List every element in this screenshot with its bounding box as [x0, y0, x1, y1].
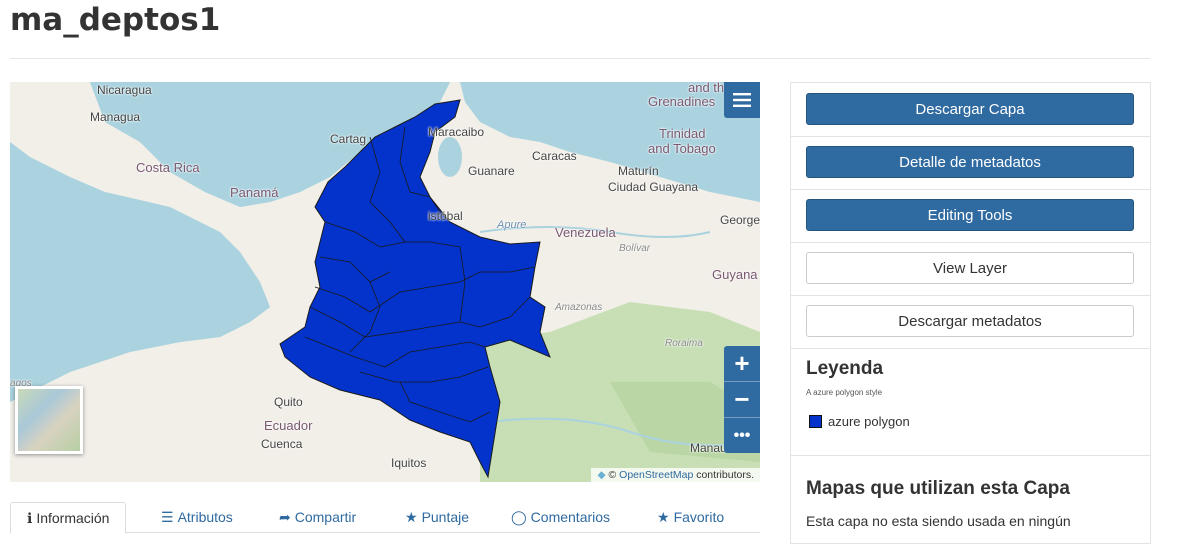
map-label-manaus: Manau [690, 441, 727, 455]
map-label-nicaragua: Nicaragua [97, 83, 152, 97]
map-viewer[interactable]: Nicaragua Managua Costa Rica Panamá Cart… [10, 82, 760, 482]
map-label-apure: Apure [497, 219, 527, 231]
map-label-managua: Managua [90, 110, 141, 124]
map-label-quito: Quito [274, 395, 303, 409]
maps-using-layer-text: Esta capa no esta siendo usada en ningún [806, 513, 1071, 529]
map-label-venezuela: Venezuela [555, 225, 616, 240]
legend-item-label: azure polygon [828, 414, 910, 429]
map-label-georgetown: George [720, 213, 760, 227]
download-metadata-row: Descargar metadatos [791, 295, 1150, 349]
map-label-maturin: Maturín [618, 164, 659, 178]
star-icon: ★ [405, 508, 418, 525]
metadata-detail-row: Detalle de metadatos [791, 136, 1150, 190]
map-label-grenadines-2: Grenadines [648, 94, 716, 109]
zoom-controls: + − ••• [724, 346, 760, 453]
title-divider [10, 58, 1150, 59]
map-label-panama: Panamá [230, 185, 279, 200]
view-layer-button[interactable]: View Layer [806, 252, 1134, 284]
map-label-maracaibo: Maracaibo [428, 125, 485, 139]
map-label-san-cristobal: istóbal [428, 209, 463, 223]
zoom-out-button[interactable]: − [724, 382, 760, 418]
map-label-caracas: Caracas [532, 149, 577, 163]
page-title: ma_deptos1 [10, 2, 221, 38]
layers-menu-button[interactable] [724, 82, 760, 118]
map-label-cartagena: Cartag [330, 132, 367, 146]
map-label-costa-rica: Costa Rica [136, 160, 200, 175]
map-label-cuenca: Cuenca [261, 437, 303, 451]
legend-title: Leyenda [806, 358, 884, 379]
info-icon: ℹ [27, 509, 33, 526]
minimap-toggle[interactable] [15, 386, 83, 454]
map-label-trinidad: Trinidad [659, 126, 706, 141]
map-label-ciudad-guayana: Ciudad Guayana [608, 180, 699, 194]
tab-informacion[interactable]: ℹ Información [10, 502, 127, 534]
openstreetmap-link[interactable]: OpenStreetMap [619, 469, 693, 481]
legend-item: azure polygon [809, 414, 910, 429]
comment-icon: ◯ [511, 508, 527, 525]
map-label-iquitos: Iquitos [391, 456, 427, 470]
info-tabs: ℹ Información ☰ Atributos ➦ Compartir ★ … [10, 502, 760, 534]
map-attribution: ◆ © OpenStreetMap contributors. [591, 468, 760, 482]
layer-side-panel: Descargar Capa Detalle de metadatos Edit… [790, 82, 1151, 544]
download-metadata-button[interactable]: Descargar metadatos [806, 305, 1134, 337]
zoom-in-button[interactable]: + [724, 346, 760, 382]
metadata-detail-button[interactable]: Detalle de metadatos [806, 146, 1134, 178]
download-layer-row: Descargar Capa [791, 83, 1150, 137]
hamburger-icon [733, 93, 751, 107]
view-layer-row: View Layer [791, 242, 1150, 296]
map-label-amazonas: Amazonas [555, 302, 603, 313]
editing-tools-row: Editing Tools [791, 189, 1150, 243]
legend-swatch [809, 415, 822, 428]
legend-subtitle: A azure polygon style [806, 388, 883, 397]
star-icon: ★ [657, 508, 670, 525]
map-label-roraima: Roraima [665, 338, 703, 349]
more-options-button[interactable]: ••• [724, 418, 760, 453]
map-label-guyana: Guyana [712, 267, 758, 282]
share-icon: ➦ [279, 508, 291, 525]
leaflet-icon: ◆ [597, 469, 606, 481]
download-layer-button[interactable]: Descargar Capa [806, 93, 1134, 125]
map-label-ecuador: Ecuador [264, 418, 313, 433]
map-label-guanare: Guanare [468, 164, 515, 178]
legend-divider [791, 455, 1150, 456]
editing-tools-button[interactable]: Editing Tools [806, 199, 1134, 231]
map-label-tobago: and Tobago [648, 141, 716, 156]
list-icon: ☰ [161, 508, 174, 525]
maps-using-layer-title: Mapas que utilizan esta Capa [806, 478, 1070, 499]
map-label-bolivar: Bolívar [619, 243, 651, 254]
